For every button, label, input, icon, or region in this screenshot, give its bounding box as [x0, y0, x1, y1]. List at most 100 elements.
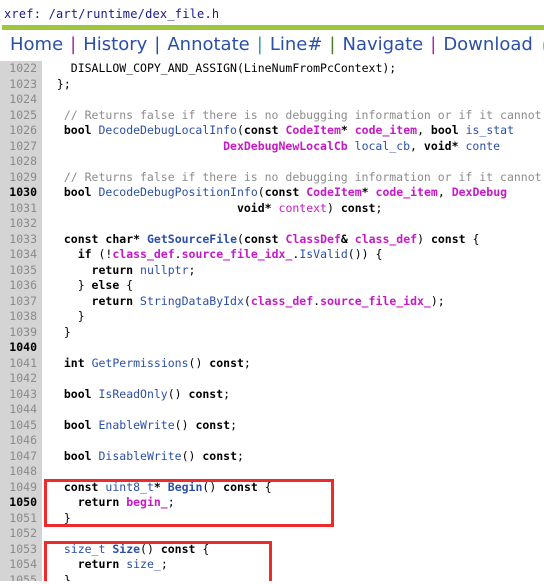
line-number[interactable]: 1045: [0, 417, 42, 433]
nav-link-navigate[interactable]: Navigate: [336, 34, 429, 56]
line-content: } else {: [50, 278, 134, 292]
nav-link-annotate[interactable]: Annotate: [161, 34, 255, 56]
code-line: 1053 size_t Size() const {: [0, 541, 544, 557]
nav-separator: |: [154, 34, 161, 55]
code-line: 1034 if (!class_def.source_file_idx_.IsV…: [0, 247, 544, 263]
line-number[interactable]: 1034: [0, 247, 42, 263]
line-number[interactable]: 1044: [0, 402, 42, 418]
line-number[interactable]: 1024: [0, 92, 42, 108]
line-content: // Returns false if there is no debuggin…: [50, 169, 542, 184]
nav-separator: |: [430, 34, 437, 55]
line-content: return nullptr;: [91, 262, 196, 277]
nav-link-line[interactable]: Line#: [264, 34, 329, 56]
code-viewport[interactable]: 1022 DISALLOW_COPY_AND_ASSIGN(LineNumFro…: [0, 61, 544, 581]
line-number[interactable]: 1027: [0, 138, 42, 154]
line-number[interactable]: 1025: [0, 107, 42, 123]
code-lines: 1022 DISALLOW_COPY_AND_ASSIGN(LineNumFro…: [0, 61, 544, 581]
code-line: 1032: [0, 216, 544, 232]
line-number[interactable]: 1035: [0, 262, 42, 278]
code-line: 1031 void* context) const;: [0, 200, 544, 216]
line-number[interactable]: 1054: [0, 557, 42, 573]
line-number[interactable]: 1046: [0, 433, 42, 449]
navigation-bar: Home | History | Annotate | Line# | Navigate | Dow…: [0, 30, 544, 61]
line-number[interactable]: 1052: [0, 526, 42, 542]
line-content: bool EnableWrite() const;: [63, 417, 238, 432]
code-line: 1052: [0, 526, 544, 542]
line-number[interactable]: 1037: [0, 293, 42, 309]
line-number[interactable]: 1040: [0, 340, 42, 356]
line-number[interactable]: 1030: [0, 185, 42, 201]
search-container: [539, 34, 544, 56]
line-number[interactable]: 1028: [0, 154, 42, 170]
line-number[interactable]: 1050: [0, 495, 42, 511]
line-number[interactable]: 1051: [0, 510, 42, 526]
line-content: bool DisableWrite() const;: [63, 448, 244, 463]
code-line: 1045 bool EnableWrite() const;: [0, 417, 544, 433]
xref-header: xref: /art/runtime/dex_file.h: [0, 0, 544, 24]
nav-separator: |: [70, 34, 77, 55]
line-content: bool DecodeDebugLocalInfo(const CodeItem…: [63, 123, 515, 137]
line-content: return StringDataByIdx(class_def.source_…: [91, 293, 445, 308]
nav-link-home[interactable]: Home: [8, 34, 69, 56]
line-number[interactable]: 1022: [0, 61, 42, 77]
code-line: 1036 } else {: [0, 278, 544, 294]
code-line: 1049 const uint8_t* Begin() const {: [0, 479, 544, 495]
nav-link-download[interactable]: Download: [437, 34, 538, 56]
line-number[interactable]: 1047: [0, 448, 42, 464]
code-line: 1041 int GetPermissions() const;: [0, 355, 544, 371]
line-content: void* context) const;: [236, 200, 383, 215]
code-line: 1038 }: [0, 309, 544, 325]
line-number[interactable]: 1041: [0, 355, 42, 371]
line-content: return begin_;: [77, 495, 175, 509]
line-content: return size_;: [77, 557, 168, 571]
code-line: 1035 return nullptr;: [0, 262, 544, 278]
line-content: DISALLOW_COPY_AND_ASSIGN(LineNumFromPcCo…: [70, 61, 397, 75]
code-line: 1028: [0, 154, 544, 170]
code-line: 1047 bool DisableWrite() const;: [0, 448, 544, 464]
xref-label: xref:: [4, 7, 42, 21]
line-number[interactable]: 1043: [0, 386, 42, 402]
line-content: if (!class_def.source_file_idx_.IsValid(…: [77, 247, 383, 261]
code-line: 1046: [0, 433, 544, 449]
code-line: 1030 bool DecodeDebugPositionInfo(const …: [0, 185, 544, 201]
code-line: 1022 DISALLOW_COPY_AND_ASSIGN(LineNumFro…: [0, 61, 544, 77]
code-line: 1027 DexDebugNewLocalCb local_cb, void* …: [0, 138, 544, 154]
nav-separator: |: [256, 34, 263, 55]
line-number[interactable]: 1023: [0, 76, 42, 92]
xref-file-path: /art/runtime/dex_file.h: [48, 7, 220, 21]
line-number[interactable]: 1038: [0, 309, 42, 325]
line-number[interactable]: 1031: [0, 200, 42, 216]
code-line: 1024: [0, 92, 544, 108]
line-number[interactable]: 1049: [0, 479, 42, 495]
line-content: int GetPermissions() const;: [63, 355, 251, 370]
line-number[interactable]: 1053: [0, 541, 42, 557]
line-content: const uint8_t* Begin() const {: [63, 479, 272, 494]
line-number[interactable]: 1042: [0, 371, 42, 387]
line-content: bool DecodeDebugPositionInfo(const CodeI…: [63, 185, 508, 199]
code-line: 1025 // Returns false if there is no deb…: [0, 107, 544, 123]
code-line: 1037 return StringDataByIdx(class_def.so…: [0, 293, 544, 309]
code-line: 1044: [0, 402, 544, 418]
nav-separator: |: [329, 34, 336, 55]
line-number[interactable]: 1055: [0, 572, 42, 581]
line-number[interactable]: 1032: [0, 216, 42, 232]
code-line: 1026 bool DecodeDebugLocalInfo(const Cod…: [0, 123, 544, 139]
line-content: size_t Size() const {: [63, 541, 210, 556]
line-number[interactable]: 1029: [0, 169, 42, 185]
line-number[interactable]: 1048: [0, 464, 42, 480]
code-line: 1050 return begin_;: [0, 495, 544, 511]
line-content: }: [50, 324, 71, 339]
line-content: bool IsReadOnly() const;: [63, 386, 231, 401]
opengrok-source-viewer: xref: /art/runtime/dex_file.h Home | Histo…: [0, 0, 544, 584]
nav-link-history[interactable]: History: [77, 34, 153, 56]
code-line: 1040: [0, 340, 544, 356]
line-number[interactable]: 1033: [0, 231, 42, 247]
code-line: 1055 }: [0, 572, 544, 581]
line-number[interactable]: 1039: [0, 324, 42, 340]
code-line: 1023 };: [0, 76, 544, 92]
line-content: };: [50, 76, 71, 91]
code-line: 1039 }: [0, 324, 544, 340]
line-number[interactable]: 1036: [0, 278, 42, 294]
line-number[interactable]: 1026: [0, 123, 42, 139]
line-content: }: [50, 510, 71, 525]
